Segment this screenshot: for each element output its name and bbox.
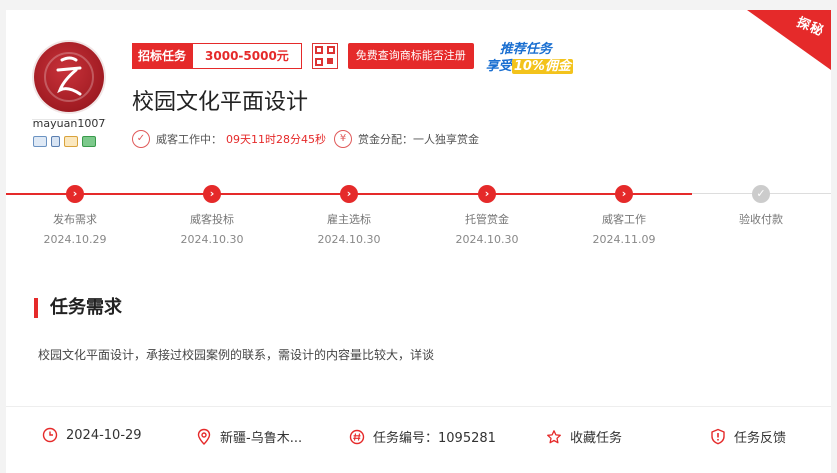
requirement-text: 校园文化平面设计，承接过校园案例的联系，需设计的内容量比较大，详谈 [38, 348, 435, 362]
task-price-tag: 3000-5000元 [192, 43, 302, 69]
progress-step: ✓ 验收付款 [739, 185, 783, 226]
favorite-task-button[interactable]: 收藏任务 [546, 427, 622, 446]
countdown-timer: 09天11时28分45秒 [226, 133, 326, 146]
clock-icon [42, 427, 58, 443]
status-label: 威客工作中： [156, 133, 222, 146]
task-kind-tag: 招标任务 [132, 43, 193, 69]
progress-step: › 威客投标 2024.10.30 [180, 185, 244, 246]
avatar-seal-glyph-icon [56, 56, 82, 96]
task-tag-row: 招标任务 3000-5000元 免费查询商标能否注册 推荐任务 享受 10%佣金 [132, 38, 592, 74]
explore-ribbon[interactable]: 探秘 [747, 10, 831, 70]
task-number: 任务编号：1095281 [349, 427, 496, 446]
promo-banner[interactable]: 推荐任务 享受 10%佣金 [486, 38, 592, 74]
chevron-right-icon: › [66, 185, 84, 203]
progress-step: › 雇主选标 2024.10.30 [317, 185, 381, 246]
reward-distribution: 赏金分配：一人独享赏金 [358, 133, 479, 146]
chevron-right-icon: › [340, 185, 358, 203]
task-footer: 2024-10-29 新疆-乌鲁木... 任务编号：1095281 收藏任务 任… [6, 406, 831, 473]
check-icon: ✓ [752, 185, 770, 203]
task-feedback-button[interactable]: 任务反馈 [710, 427, 786, 446]
promo-line2: 享受 10%佣金 [485, 59, 573, 74]
phone-icon[interactable] [51, 136, 60, 147]
publish-date: 2024-10-29 [42, 427, 142, 443]
yen-icon: ¥ [334, 130, 352, 148]
qr-code-icon[interactable] [311, 43, 338, 69]
email-icon[interactable] [64, 136, 78, 147]
bank-card-icon[interactable] [82, 136, 96, 147]
chevron-right-icon: › [478, 185, 496, 203]
task-meta: ✓ 威客工作中： 09天11时28分45秒 ¥ 赏金分配：一人独享赏金 [132, 130, 479, 148]
progress-step: › 托管赏金 2024.10.30 [455, 185, 519, 246]
employer-username[interactable]: mayuan1007 [6, 117, 132, 130]
task-title: 校园文化平面设计 [132, 90, 309, 115]
chevron-right-icon: › [615, 185, 633, 203]
progress-step: › 威客工作 2024.11.09 [592, 185, 656, 246]
hash-icon [349, 429, 365, 444]
trademark-query-button[interactable]: 免费查询商标能否注册 [347, 43, 474, 69]
task-location: 新疆-乌鲁木... [196, 427, 302, 446]
shield-alert-icon [711, 428, 725, 445]
employer-avatar[interactable] [34, 42, 104, 112]
id-card-icon[interactable] [33, 136, 47, 147]
verification-badges [33, 136, 96, 147]
location-pin-icon [197, 428, 211, 445]
progress-step: › 发布需求 2024.10.29 [43, 185, 107, 246]
chevron-right-icon: › [203, 185, 221, 203]
task-detail-card: 探秘 mayuan1007 招标任务 3000-5000元 免费查询商标能否注册… [6, 10, 831, 473]
check-circle-icon: ✓ [132, 130, 150, 148]
requirement-heading: 任务需求 [34, 298, 122, 318]
star-icon [547, 429, 561, 443]
